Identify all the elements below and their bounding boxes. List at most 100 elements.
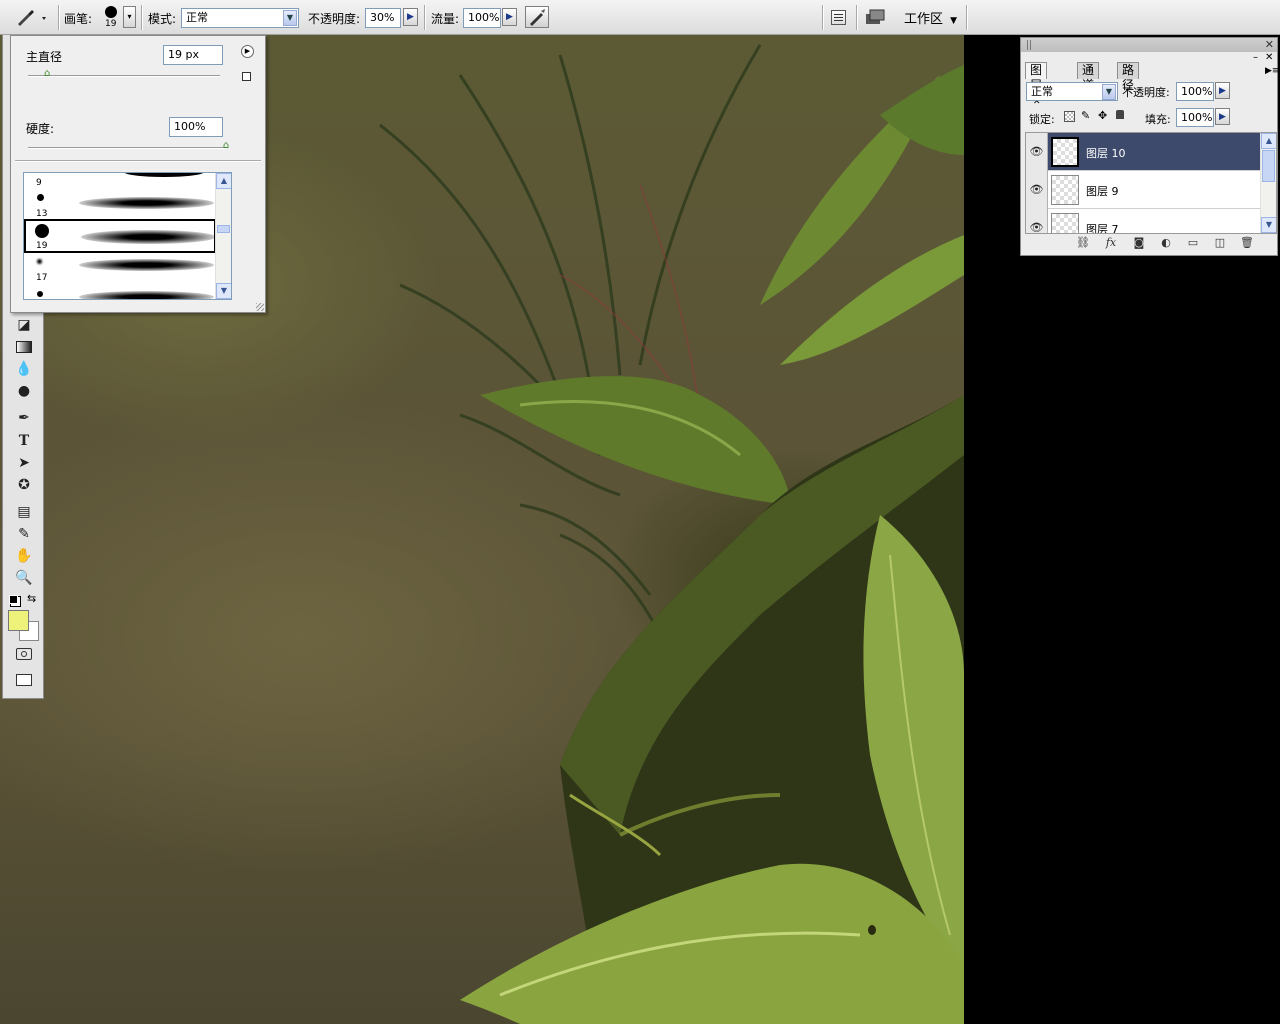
zoom-tool-icon[interactable]: 🔍 [13, 568, 35, 588]
layers-panel: ✕ – ✕ 图层 ✕ 通道 路径 ▶≡ 正常 ▼ 不透明度: 100% ▶ 锁定… [1020, 37, 1279, 256]
brush-tool-preset-icon[interactable] [14, 8, 54, 28]
hardness-slider-thumb[interactable]: ⌂ [221, 141, 231, 151]
lock-image-icon[interactable]: ✎ [1081, 109, 1090, 122]
fill-input[interactable]: 100% [1176, 108, 1214, 127]
group-icon[interactable]: ▭ [1185, 236, 1201, 250]
adjustment-icon[interactable]: ◐ [1158, 236, 1174, 250]
caret-down-icon: ▼ [950, 16, 958, 26]
airbrush-toggle[interactable] [525, 6, 549, 28]
scroll-thumb[interactable] [217, 225, 230, 233]
foreground-color-swatch[interactable] [8, 610, 29, 631]
brush-preset-size: 13 [36, 209, 48, 219]
layer-opacity-slider-button[interactable]: ▶ [1215, 82, 1230, 99]
visibility-eye-icon[interactable]: 👁 [1026, 209, 1048, 233]
visibility-eye-icon[interactable]: 👁 [1026, 171, 1048, 209]
fx-icon[interactable]: fx [1103, 236, 1119, 250]
lock-transparency-icon[interactable] [1064, 111, 1075, 122]
swap-colors-icon[interactable]: ⇆ [27, 592, 36, 605]
save-preset-icon[interactable] [242, 72, 251, 81]
workspace-label: 工作区 [904, 12, 944, 27]
brush-stroke-preview [81, 230, 216, 244]
lock-position-icon[interactable]: ✥ [1098, 109, 1107, 122]
brush-preset-row-selected[interactable]: 19 [24, 219, 216, 253]
scroll-down-icon[interactable]: ▼ [216, 283, 231, 299]
layer-name: 图层 7 [1086, 223, 1119, 234]
brush-stroke-preview [79, 259, 214, 271]
master-diameter-label: 主直径 [26, 50, 63, 64]
layer-row[interactable]: 👁 图层 7 [1026, 209, 1262, 234]
layers-scrollbar[interactable]: ▲ ▼ [1260, 133, 1276, 233]
layer-row[interactable]: 👁 图层 9 [1026, 171, 1262, 209]
scroll-down-icon[interactable]: ▼ [1261, 217, 1276, 233]
link-icon[interactable]: ⛓ [1075, 236, 1091, 250]
visibility-eye-icon[interactable]: 👁 [1026, 133, 1048, 171]
path-selection-tool-icon[interactable]: ➤ [13, 453, 35, 473]
flow-slider-button[interactable]: ▶ [502, 8, 517, 26]
brush-preset-picker[interactable]: 19 [100, 4, 122, 32]
tab-channels[interactable]: 通道 [1077, 62, 1100, 92]
tab-layers[interactable]: 图层 ✕ [1025, 62, 1048, 107]
diameter-slider-thumb[interactable]: ⌂ [42, 69, 52, 79]
screen-mode-icon[interactable] [13, 670, 35, 690]
blend-mode-select[interactable]: 正常 ▼ [1026, 82, 1118, 101]
type-tool-icon[interactable]: T [13, 431, 35, 451]
panel-titlebar[interactable]: ✕ [1021, 38, 1277, 52]
close-panel-icon[interactable]: ✕ [1265, 38, 1274, 51]
palette-well-icon[interactable] [831, 10, 846, 25]
brush-preset-row[interactable]: 13 [24, 187, 216, 220]
brush-preset-list[interactable]: 9 13 19 17 ▲ ▼ [23, 172, 232, 300]
flow-input[interactable]: 100% [463, 8, 501, 28]
hand-tool-icon[interactable]: ✋ [13, 546, 35, 566]
brush-stroke-preview [79, 291, 214, 299]
bridge-icon[interactable] [864, 8, 886, 28]
dodge-tool-icon[interactable]: ● [13, 381, 35, 401]
hardness-slider[interactable] [28, 147, 226, 148]
quick-mask-icon[interactable] [13, 644, 35, 664]
fill-slider-button[interactable]: ▶ [1215, 108, 1230, 125]
layer-row[interactable]: 👁 图层 10 [1026, 133, 1262, 171]
layer-opacity-label: 不透明度: [1122, 86, 1170, 99]
minimize-panel-icon[interactable]: – [1253, 52, 1258, 63]
master-diameter-input[interactable]: 19 px [163, 45, 223, 65]
panel-menu-icon[interactable]: ▶≡ [1265, 66, 1279, 76]
brush-preset-popup: 主直径 19 px ▶ ⌂ 硬度: 100% ⌂ 9 13 19 17 ▲ ▼ [10, 35, 266, 313]
layer-opacity-input[interactable]: 100% [1176, 82, 1214, 101]
opacity-input[interactable]: 30% [365, 8, 401, 28]
lock-all-icon[interactable] [1116, 110, 1124, 119]
blur-tool-icon[interactable]: 💧 [13, 359, 35, 379]
brush-tip-preview-icon [105, 6, 117, 18]
brush-preset-row[interactable] [24, 285, 216, 299]
gradient-tool-icon[interactable] [13, 337, 35, 357]
diameter-slider[interactable] [28, 75, 220, 76]
brush-tip-icon [37, 259, 42, 264]
custom-shape-tool-icon[interactable]: ✪ [13, 475, 35, 495]
hardness-label: 硬度: [26, 122, 55, 136]
trash-icon[interactable]: 🗑 [1239, 236, 1255, 250]
brush-tip-icon [37, 194, 44, 201]
default-colors-icon[interactable] [9, 595, 18, 604]
fill-label: 填充: [1145, 113, 1171, 126]
mode-select[interactable]: 正常 ▼ [181, 8, 299, 28]
scroll-thumb[interactable] [1262, 150, 1275, 182]
scroll-up-icon[interactable]: ▲ [216, 173, 231, 189]
pen-tool-icon[interactable]: ✒ [13, 408, 35, 428]
popup-menu-icon[interactable]: ▶ [241, 45, 254, 58]
workspace-menu[interactable]: 工作区 ▼ [904, 8, 957, 28]
brush-preset-row[interactable]: 17 [24, 253, 216, 286]
brush-preset-size: 17 [36, 273, 48, 283]
mode-select-value: 正常 [186, 11, 208, 24]
hardness-input[interactable]: 100% [169, 117, 223, 137]
scroll-up-icon[interactable]: ▲ [1261, 133, 1276, 149]
layer-name: 图层 10 [1086, 147, 1126, 160]
opacity-slider-button[interactable]: ▶ [403, 8, 418, 26]
close-group-icon[interactable]: ✕ [1265, 52, 1273, 63]
resize-grip-icon[interactable] [256, 303, 264, 311]
brush-list-scrollbar[interactable]: ▲ ▼ [215, 173, 231, 299]
eraser-tool-icon[interactable]: ◪ [13, 315, 35, 335]
new-layer-icon[interactable]: ◫ [1212, 236, 1228, 250]
brush-picker-dropdown-button[interactable]: ▾ [123, 6, 136, 28]
mask-icon[interactable]: ◙ [1131, 236, 1147, 250]
eyedropper-tool-icon[interactable]: ✎ [13, 524, 35, 544]
tab-paths[interactable]: 路径 [1117, 62, 1140, 92]
notes-tool-icon[interactable]: ▤ [13, 502, 35, 522]
